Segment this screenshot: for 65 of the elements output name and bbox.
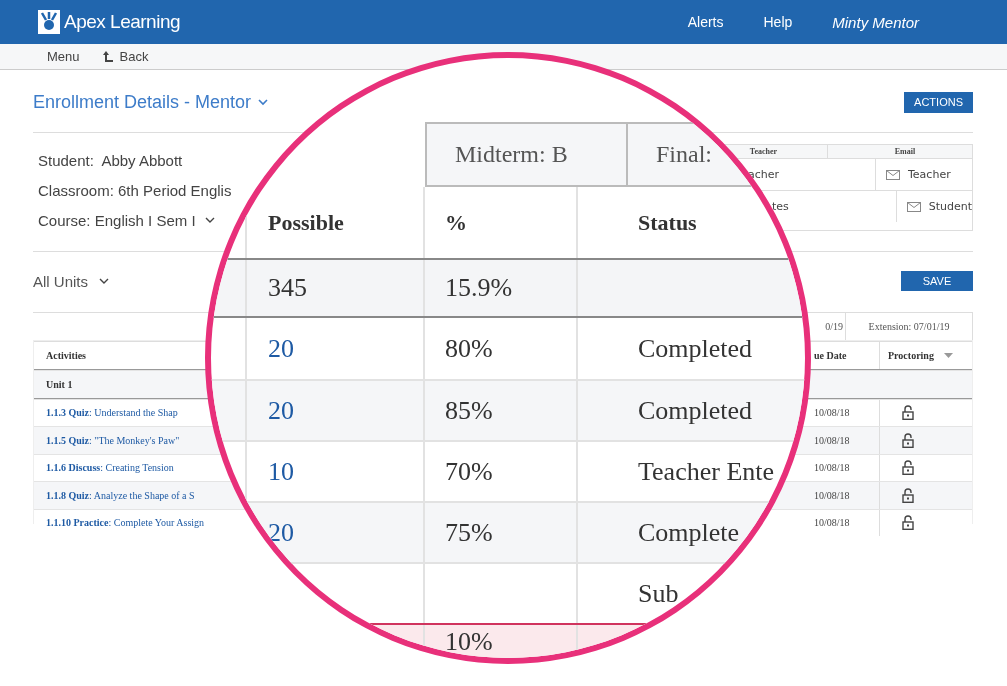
column-header: ue Date <box>814 350 847 361</box>
nav-link[interactable]: Help <box>763 14 793 30</box>
caret-down-icon[interactable] <box>943 353 953 358</box>
total-percent: 15.9% <box>445 273 513 303</box>
chevron-down-icon <box>203 216 216 224</box>
units-select[interactable]: All Units <box>33 272 110 290</box>
possible-points: 20 <box>268 517 294 548</box>
contact-name: tes <box>772 200 789 213</box>
column-header: Email <box>893 146 917 158</box>
menu-link[interactable]: Menu <box>47 49 80 64</box>
activity-link[interactable]: 1.1.8 Quiz: Analyze the Shape of a S <box>46 489 195 501</box>
column-header: % <box>445 209 467 236</box>
due-date: 10/08/18 <box>814 462 850 474</box>
email-link[interactable]: Student <box>906 200 972 213</box>
status-text: Completed <box>638 395 753 426</box>
score-percent: 80% <box>445 333 493 364</box>
chevron-down-icon <box>98 277 110 285</box>
status-text: Teacher Ente <box>638 456 775 487</box>
score-percent: 70% <box>445 456 493 487</box>
logo-icon <box>38 10 60 34</box>
nav-link[interactable]: Alerts <box>687 14 724 30</box>
activity-link[interactable]: 1.1.5 Quiz: "The Monkey's Paw" <box>46 434 180 446</box>
student-name: Student: Abby Abbott <box>38 150 184 171</box>
mail-icon <box>906 201 921 212</box>
mail-icon <box>886 169 900 180</box>
user-menu[interactable]: Minty Mentor <box>832 13 919 31</box>
due-date: 10/08/18 <box>814 407 850 419</box>
grade-text: Midterm: B <box>455 141 568 168</box>
activity-link[interactable]: 1.1.6 Discuss: Creating Tension <box>46 462 174 474</box>
column-header: Activities <box>46 350 86 361</box>
unlock-icon[interactable] <box>902 515 914 531</box>
chevron-down-icon <box>257 98 270 106</box>
possible-points: 20 <box>268 395 294 426</box>
status-text: Sub <box>638 578 679 609</box>
activity-link[interactable]: 1.1.10 Practice: Complete Your Assign <box>46 517 205 529</box>
brand-name: Apex Learning <box>64 11 181 33</box>
extension-date: Extension: 07/01/19 <box>868 321 950 332</box>
column-header[interactable]: Proctoring <box>888 350 934 361</box>
grade-text: Final: <box>656 141 712 168</box>
due-date: 10/08/18 <box>814 517 850 529</box>
activity-link[interactable]: 1.1.3 Quiz: Understand the Shap <box>46 407 178 419</box>
date-text: 0/19 <box>825 321 843 332</box>
score-percent: 10% <box>445 629 493 655</box>
score-percent: 85% <box>445 395 493 426</box>
possible-points: 20 <box>268 333 294 364</box>
due-date: 10/08/18 <box>814 434 850 446</box>
unit-heading: Unit 1 <box>46 378 73 390</box>
email-link[interactable]: Teacher <box>886 168 951 181</box>
back-icon <box>101 50 114 63</box>
column-header: Possible <box>268 209 344 236</box>
column-header: Status <box>638 209 697 236</box>
classroom-name: Classroom: 6th Period Englis <box>38 180 232 201</box>
unlock-icon[interactable] <box>902 487 914 503</box>
status-text: Complete <box>638 517 740 548</box>
actions-button[interactable]: ACTIONS <box>904 91 973 113</box>
total-possible: 345 <box>268 273 307 303</box>
unlock-icon[interactable] <box>902 460 914 476</box>
unlock-icon[interactable] <box>902 405 914 421</box>
due-date: 10/08/18 <box>814 489 850 501</box>
back-link[interactable]: Back <box>101 49 149 64</box>
status-text: Completed <box>638 333 753 364</box>
score-percent: 75% <box>445 517 493 548</box>
unlock-icon[interactable] <box>902 432 914 448</box>
possible-points: 10 <box>268 456 294 487</box>
save-button[interactable]: SAVE <box>901 271 973 291</box>
